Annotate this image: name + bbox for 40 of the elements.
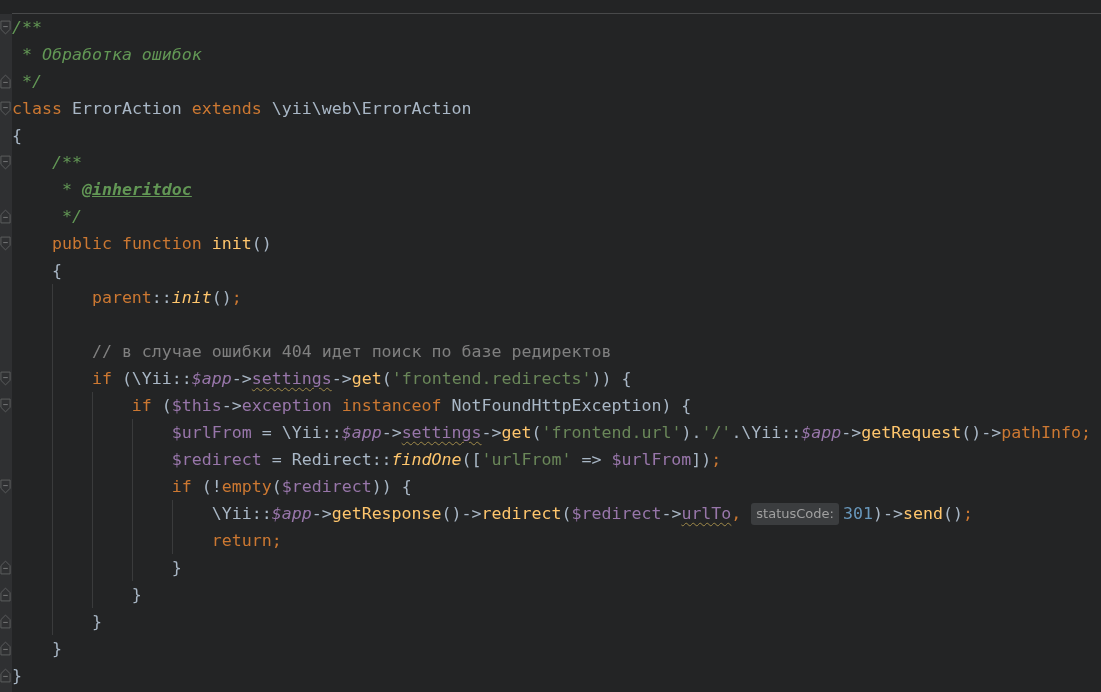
code-line: return; (211, 530, 282, 552)
code-line: \Yii::$app->getResponse()->redirect($redirect->urlTo, (211, 503, 742, 525)
fold-marker-icon[interactable] (0, 668, 11, 683)
code-line: if ($this->exception instanceof NotFoundHttpException) { (131, 395, 692, 417)
fold-marker-icon[interactable] (0, 101, 11, 116)
fold-marker-icon[interactable] (0, 74, 11, 89)
code-line: if (\Yii::$app->settings->get('frontend.redirects')) { (91, 368, 632, 390)
fold-marker-icon[interactable] (0, 371, 11, 386)
code-line: { (51, 260, 62, 282)
code-line: // в случае ошибки 404 идет поиск по базе редиректов (91, 341, 612, 363)
fold-marker-icon[interactable] (0, 479, 11, 494)
code-line: /** (51, 152, 82, 174)
code-line: /** (12, 17, 42, 39)
code-line: } (12, 665, 22, 687)
fold-marker-icon[interactable] (0, 587, 11, 602)
code-line: parent::init(); (91, 287, 242, 309)
code-line: } (171, 557, 182, 579)
code-line: */ (60, 206, 82, 228)
parameter-hint: statusCode: (751, 502, 839, 525)
code-line: class ErrorAction extends \yii\web\ErrorAction (12, 98, 472, 120)
fold-marker-icon[interactable] (0, 20, 11, 35)
fold-marker-icon[interactable] (0, 641, 11, 656)
fold-marker-icon[interactable] (0, 560, 11, 575)
code-line: if (!empty($redirect)) { (171, 476, 412, 498)
code-line: 301)->send(); (842, 503, 973, 525)
fold-marker-icon[interactable] (0, 155, 11, 170)
code-line: * @inheritdoc (60, 179, 192, 201)
code-line: */ (21, 71, 42, 93)
fold-marker-icon[interactable] (0, 236, 11, 251)
code-line: } (131, 584, 142, 606)
code-line: } (51, 638, 62, 660)
code-line: $urlFrom = \Yii::$app->settings->get('frontend.url').'/'.\Yii::$app->getRequest()->pathInfo; (171, 422, 1092, 444)
code-line: * Обработка ошибок (21, 44, 202, 66)
code-line: { (12, 125, 22, 147)
fold-marker-icon[interactable] (0, 398, 11, 413)
code-line: $redirect = Redirect::findOne(['urlFrom' => $urlFrom]); (171, 449, 722, 471)
code-line: } (91, 611, 102, 633)
fold-marker-icon[interactable] (0, 209, 11, 224)
fold-marker-icon[interactable] (0, 614, 11, 629)
code-line: public function init() (51, 233, 272, 255)
